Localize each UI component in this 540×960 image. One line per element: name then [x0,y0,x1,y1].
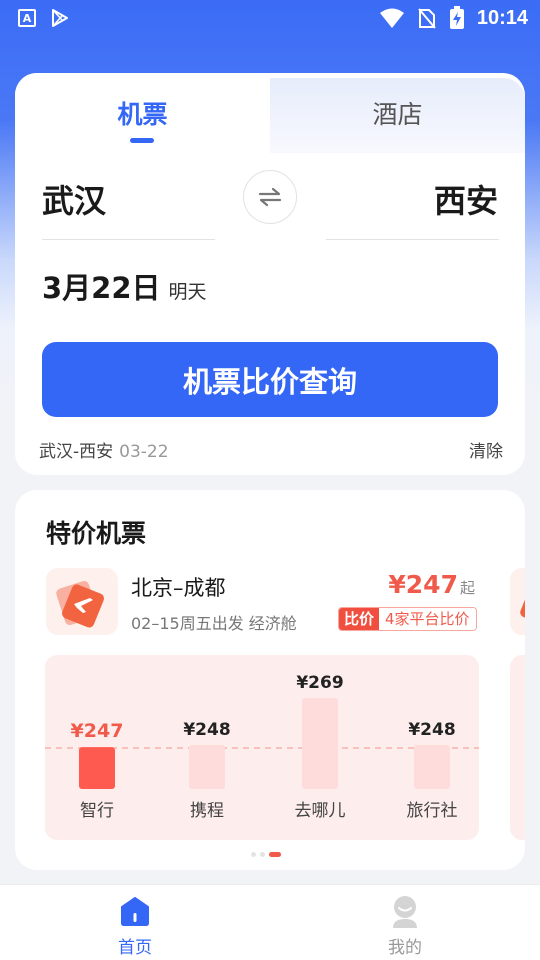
compare-text: 4家平台比价 [379,608,476,630]
arrival-city[interactable]: 西安 [434,176,498,222]
flight-search-card: 机票 酒店 武汉 西安 3月22日 明天 机票比价查询 武汉-西安 03-22 清… [15,73,525,475]
bar-value-label: ¥248 [408,720,455,740]
section-title: 特价机票 [46,519,147,548]
departure-date[interactable]: 3月22日 明天 [42,265,207,307]
bar-value-label: ¥247 [71,720,124,742]
wifi-icon [379,8,404,28]
home-icon [121,897,149,926]
deal-info: 02–15周五出发 经济舱 [131,614,297,633]
price-bar[interactable] [189,744,225,789]
bar-chart: ¥247 智行 ¥248 携程 ¥269 去哪儿 ¥248 旅行社 [45,673,479,821]
date-value: 3月22日 [42,271,161,305]
search-flights-button[interactable]: 机票比价查询 [42,342,498,417]
deal-price: ¥247 起 [388,570,475,599]
next-deal-preview[interactable] [510,568,525,635]
app-a-icon: A [18,9,36,27]
bar-category-label: 智行 [80,801,114,821]
clock: 10:14 [476,6,528,29]
bar-category-label: 去哪儿 [295,801,346,821]
bottom-navigation: 首页 我的 [0,884,540,960]
bar-value-label: ¥248 [183,720,230,740]
pager-dot[interactable] [269,852,281,857]
bar-value-label: ¥269 [296,673,343,693]
play-store-icon [52,9,68,27]
nav-mine-label: 我的 [388,938,422,958]
divider [326,239,499,240]
swap-cities-button[interactable] [243,170,297,224]
price-bar[interactable] [302,698,338,789]
bar-category-label: 携程 [190,801,224,821]
pager-dot[interactable] [251,852,256,857]
status-bar: A 10:14 [0,0,540,36]
battery-charging-icon [449,6,464,29]
price-suffix: 起 [459,579,475,597]
divider [42,239,215,240]
search-history-item[interactable]: 武汉-西安 03-22 [39,437,169,462]
clear-history-button[interactable]: 清除 [469,437,503,462]
tab-bar: 机票 酒店 [15,73,525,153]
pager-dot[interactable] [260,852,265,857]
page-indicator [251,852,281,857]
price-bar[interactable] [79,747,115,789]
active-tab-indicator [130,138,154,143]
swap-arrows-icon [258,187,282,207]
tab-flight-label: 机票 [117,100,168,129]
compare-label: 比价 [339,608,380,630]
deal-route[interactable]: 北京–成都 [131,572,226,602]
flight-deal-icon [46,568,118,635]
next-deal-chart-preview [510,655,525,840]
price-compare-chart: ¥247 智行 ¥248 携程 ¥269 去哪儿 ¥248 旅行社 [45,655,479,840]
nav-home-label: 首页 [118,938,152,958]
special-deals-card: 特价机票 北京–成都 02–15周五出发 经济舱 ¥247 起 比价 4家平台比… [15,490,525,870]
date-note: 明天 [168,281,207,303]
no-sim-icon [418,8,436,29]
tab-hotel[interactable]: 酒店 [270,73,525,153]
nav-mine[interactable]: 我的 [270,885,540,960]
nav-home[interactable]: 首页 [0,885,270,960]
history-route: 武汉-西安 [39,442,114,462]
price-value: ¥247 [388,570,458,599]
tab-hotel-label: 酒店 [372,100,423,129]
price-bar[interactable] [414,744,450,789]
compare-badge: 比价 4家平台比价 [338,607,477,631]
profile-icon [393,896,417,928]
departure-city[interactable]: 武汉 [42,176,106,222]
history-date: 03-22 [119,442,169,462]
bar-category-label: 旅行社 [407,801,458,821]
